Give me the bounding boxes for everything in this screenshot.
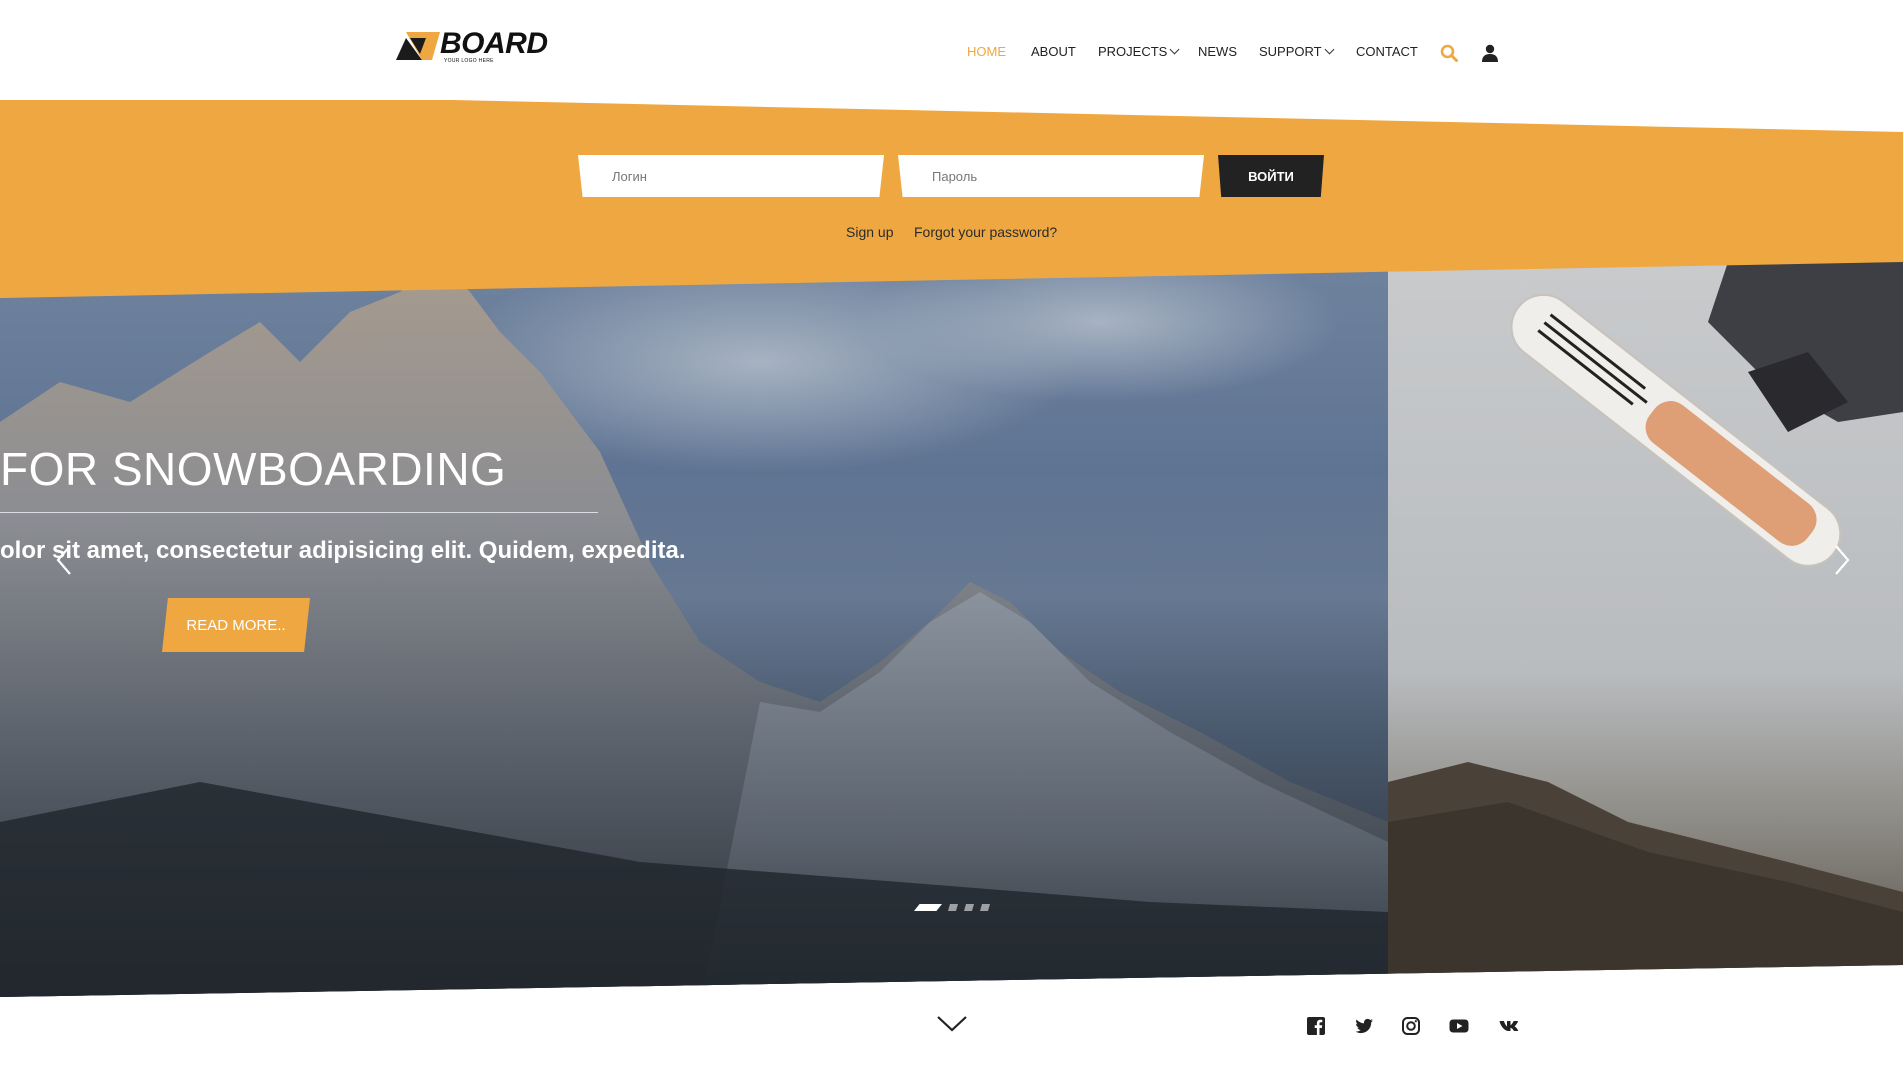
chevron-down-icon	[1324, 44, 1335, 55]
user-icon[interactable]	[1482, 44, 1498, 62]
forgot-password-link[interactable]: Forgot your password?	[914, 224, 1057, 240]
nav-item-support-label: SUPPORT	[1259, 44, 1322, 59]
twitter-icon[interactable]	[1354, 1016, 1374, 1036]
nav-item-projects[interactable]: PROJECTS	[1098, 42, 1180, 62]
youtube-icon[interactable]	[1449, 1016, 1469, 1036]
chevron-down-icon[interactable]	[936, 1014, 968, 1034]
login-field-wrapper	[578, 155, 884, 197]
hero-divider	[0, 512, 598, 513]
nav-item-projects-label: PROJECTS	[1098, 44, 1168, 59]
nav-item-home[interactable]: HOME	[967, 42, 1006, 62]
slide-snowboarder	[1388, 262, 1903, 997]
instagram-icon[interactable]	[1401, 1016, 1421, 1036]
hero-title: FOR SNOWBOARDING	[0, 443, 507, 495]
read-more-button[interactable]: READ MORE..	[162, 598, 310, 652]
nav-item-about[interactable]: ABOUT	[1031, 42, 1076, 62]
chevron-left-icon[interactable]	[50, 540, 78, 580]
snowboarder-image	[1388, 262, 1903, 997]
signup-link[interactable]: Sign up	[846, 224, 893, 240]
hero-slider: FOR SNOWBOARDING olor sit amet, consecte…	[0, 262, 1903, 997]
nav-item-contact[interactable]: CONTACT	[1356, 42, 1418, 62]
login-form: ВОЙТИ	[0, 155, 1903, 197]
slide-mountain: FOR SNOWBOARDING olor sit amet, consecte…	[0, 262, 1388, 997]
chevron-right-icon[interactable]	[1828, 540, 1856, 580]
password-field-wrapper	[898, 155, 1204, 197]
search-icon[interactable]	[1440, 44, 1458, 62]
login-links: Sign up Forgot your password?	[0, 224, 1903, 242]
hero-description: olor sit amet, consectetur adipisicing e…	[0, 537, 686, 564]
login-button[interactable]: ВОЙТИ	[1218, 155, 1324, 197]
vk-icon[interactable]	[1499, 1016, 1519, 1036]
site-header: BOARD YOUR LOGO HERE HOME ABOUT PROJECTS…	[0, 0, 1903, 100]
facebook-icon[interactable]	[1306, 1016, 1326, 1036]
password-input[interactable]	[898, 155, 1204, 197]
nav-item-support[interactable]: SUPPORT	[1259, 42, 1335, 62]
nav-item-news[interactable]: NEWS	[1198, 42, 1237, 62]
main-nav: HOME ABOUT PROJECTS NEWS SUPPORT CONTACT	[0, 42, 1903, 62]
chevron-down-icon	[1169, 44, 1180, 55]
login-input[interactable]	[578, 155, 884, 197]
